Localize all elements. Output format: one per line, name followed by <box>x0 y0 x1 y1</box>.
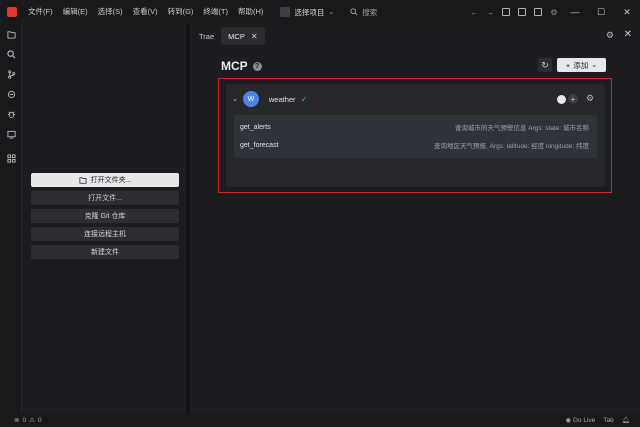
app-logo <box>7 7 17 17</box>
tab-indicator[interactable]: Tab <box>603 417 613 424</box>
error-icon: ⊗ <box>14 417 20 424</box>
preview-icon[interactable] <box>0 124 22 144</box>
new-file-button[interactable]: 新建文件 <box>31 245 179 259</box>
tab-bar: Trae MCP ✕ ⚙ ✕ <box>190 24 640 48</box>
folder-icon <box>79 176 87 184</box>
extensions-icon[interactable] <box>0 148 22 168</box>
minimize-button[interactable]: — <box>562 0 588 24</box>
source-control-icon[interactable] <box>0 64 22 84</box>
toggle-sidebar-icon[interactable] <box>502 8 510 16</box>
warning-icon: ⚠ <box>29 417 35 424</box>
title-bar-controls: ← → ⚙ — ☐ ✕ <box>466 0 640 24</box>
warning-count: 0 <box>37 416 42 424</box>
clone-git-label: 克隆 Git 仓库 <box>84 213 126 220</box>
project-selector[interactable]: 选择项目 ⌄ <box>276 4 338 20</box>
server-settings-icon[interactable]: ⚙ <box>586 93 594 104</box>
menu-help[interactable]: 帮助(H) <box>233 0 268 24</box>
broadcast-icon: ◉ <box>565 417 572 424</box>
search-icon[interactable] <box>0 44 22 64</box>
tool-list: get_alerts 查询城市的天气预警信息 Args: state: 城市名称… <box>234 115 597 158</box>
activity-bar <box>0 24 22 413</box>
gear-icon[interactable]: ⚙ <box>606 30 614 41</box>
connect-remote-label: 连接远程主机 <box>84 231 126 238</box>
main-panel: Trae MCP ✕ ⚙ ✕ MCP ? ↻ + 添加 ⌄ ⌄ W weathe… <box>190 24 640 413</box>
project-label: 选择项目 <box>294 7 325 17</box>
problems-indicator[interactable]: ⊗ 0 ⚠ 0 <box>14 416 42 425</box>
tool-row: get_alerts 查询城市的天气预警信息 Args: state: 城市名称 <box>234 118 597 136</box>
add-label: 添加 <box>573 60 589 70</box>
project-icon <box>280 7 291 17</box>
chevron-down-icon: ⌄ <box>328 9 335 16</box>
menu-terminal[interactable]: 终端(T) <box>198 0 233 24</box>
tab-trae[interactable]: Trae <box>192 27 221 45</box>
status-right: ◉ Go Live Tab 🔔︎ <box>565 413 630 427</box>
go-live-button[interactable]: ◉ Go Live <box>565 416 595 424</box>
chevron-down-icon[interactable]: ⌄ <box>232 95 238 103</box>
status-bar: ⊗ 0 ⚠ 0 ◉ Go Live Tab 🔔︎ <box>0 413 640 427</box>
new-file-label: 新建文件 <box>91 249 119 256</box>
tool-name: get_forecast <box>240 141 279 149</box>
search-placeholder: 搜索 <box>362 7 378 17</box>
menu-file[interactable]: 文件(F) <box>25 0 58 24</box>
chevron-down-icon: ⌄ <box>591 62 598 69</box>
menu-edit[interactable]: 编辑(E) <box>58 0 93 24</box>
tab-mcp-label: MCP <box>228 31 245 41</box>
server-toggle[interactable] <box>557 95 566 104</box>
tool-description: 查询城市的天气预警信息 Args: state: 城市名称 <box>455 125 589 132</box>
plus-icon: + <box>565 60 571 70</box>
toggle-auxbar-icon[interactable] <box>534 8 542 16</box>
server-header[interactable]: ⌄ W weather ✓ <box>226 84 605 114</box>
menu-view[interactable]: 查看(V) <box>128 0 163 24</box>
mcp-title-text: MCP <box>221 59 248 73</box>
page-title: MCP ? <box>221 59 262 73</box>
close-window-button[interactable]: ✕ <box>614 0 640 24</box>
go-live-label: Go Live <box>572 417 596 424</box>
search-icon <box>350 8 358 16</box>
connect-remote-button[interactable]: 连接远程主机 <box>31 227 179 241</box>
remote-icon[interactable] <box>0 84 22 104</box>
open-file-button[interactable]: 打开文件... <box>31 191 179 205</box>
refresh-icon: ↻ <box>541 59 549 70</box>
refresh-button[interactable]: ↻ <box>538 58 552 72</box>
open-folder-button[interactable]: 打开文件夹... <box>31 173 179 187</box>
explorer-icon[interactable] <box>0 24 22 44</box>
tab-trae-label: Trae <box>199 31 215 41</box>
open-file-label: 打开文件... <box>88 195 122 202</box>
settings-icon[interactable]: ⚙ <box>546 0 562 24</box>
tool-name: get_alerts <box>240 123 271 131</box>
help-icon[interactable]: ? <box>252 61 262 71</box>
menu-selection[interactable]: 选择(S) <box>93 0 128 24</box>
notification-bell-icon[interactable]: 🔔︎ <box>622 416 630 424</box>
open-folder-label: 打开文件夹... <box>90 177 132 184</box>
tool-description: 查询地区天气预报, Args: latitude: 经度 longitude: … <box>434 143 589 150</box>
search-box[interactable]: 搜索 <box>350 7 377 18</box>
close-tab-icon[interactable]: ✕ <box>251 32 258 41</box>
close-panel-icon[interactable]: ✕ <box>624 29 632 40</box>
tool-row: get_forecast 查询地区天气预报, Args: latitude: 经… <box>234 136 597 154</box>
back-arrow-icon[interactable]: ← <box>466 0 482 24</box>
add-tool-icon[interactable]: + <box>568 94 578 104</box>
error-count: 0 <box>22 416 27 424</box>
server-name: weather <box>268 94 296 104</box>
forward-arrow-icon[interactable]: → <box>482 0 498 24</box>
check-icon: ✓ <box>300 94 308 104</box>
maximize-button[interactable]: ☐ <box>588 0 614 24</box>
server-avatar: W <box>242 91 259 107</box>
clone-git-button[interactable]: 克隆 Git 仓库 <box>31 209 179 223</box>
toggle-panel-icon[interactable] <box>518 8 526 16</box>
menu-go[interactable]: 转到(G) <box>163 0 199 24</box>
title-bar: 文件(F) 编辑(E) 选择(S) 查看(V) 转到(G) 终端(T) 帮助(H… <box>0 0 640 24</box>
sidebar: 打开文件夹... 打开文件... 克隆 Git 仓库 连接远程主机 新建文件 <box>23 24 186 413</box>
add-button[interactable]: + 添加 ⌄ <box>557 58 606 72</box>
tab-mcp[interactable]: MCP ✕ <box>221 27 265 45</box>
server-card: ⌄ W weather ✓ + ⚙ get_alerts 查询城市的天气预警信息… <box>226 84 605 187</box>
debug-icon[interactable] <box>0 104 22 124</box>
menu-bar: 文件(F) 编辑(E) 选择(S) 查看(V) 转到(G) 终端(T) 帮助(H… <box>25 0 268 24</box>
